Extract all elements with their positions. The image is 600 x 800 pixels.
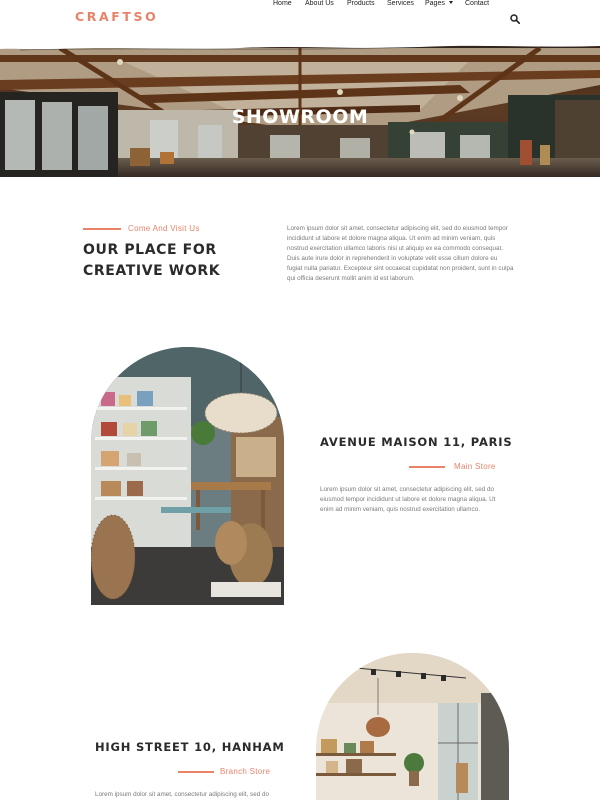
paragraph-line: Lorem ipsum dolor sit amet, consectetur … <box>320 486 494 493</box>
paragraph-line: Lorem ipsum dolor sit amet, consectetur … <box>287 225 508 232</box>
nav-item-services[interactable]: Services <box>387 0 414 7</box>
section-heading-line-1: OUR PLACE FOR <box>83 242 217 258</box>
chevron-down-icon <box>448 1 453 4</box>
hero-title: SHOWROOM <box>231 106 369 128</box>
nav-item-home[interactable]: Home <box>273 0 292 7</box>
section-heading: OUR PLACE FOR CREATIVE WORK <box>83 240 220 282</box>
section-heading-line-2: CREATIVE WORK <box>83 263 221 279</box>
eyebrow-line <box>83 228 121 230</box>
paragraph-line: Duis aute irure dolor in reprehenderit i… <box>287 255 498 262</box>
store-title-hanham: HIGH STREET 10, HANHAM <box>95 740 285 754</box>
paragraph-line: nostrud exercitation ullamco laboris nis… <box>287 245 503 252</box>
intro-paragraph: Lorem ipsum dolor sit amet, consectetur … <box>287 224 537 284</box>
nav-item-pages[interactable]: Pages <box>425 0 453 7</box>
store-paragraph-hanham: Lorem ipsum dolor sit amet, consectetur … <box>95 790 305 800</box>
paragraph-line: eiusmod tempor incididunt ut labore et d… <box>320 496 496 503</box>
paragraph-line: incididunt ut labore et dolore magna ali… <box>287 235 496 242</box>
nav-item-about-us[interactable]: About Us <box>305 0 334 7</box>
nav-item-pages-label: Pages <box>425 0 445 7</box>
store-label-paris: Main Store <box>454 462 496 471</box>
top-navigation: CRAFTSO Home About Us Products Services … <box>0 0 600 44</box>
hero-banner: SHOWROOM <box>0 40 600 177</box>
eyebrow-line <box>409 466 445 468</box>
store-photo-paris <box>91 347 284 605</box>
store-paragraph-paris: Lorem ipsum dolor sit amet, consectetur … <box>320 485 530 515</box>
paragraph-line: qui officia deserunt mollit anim id est … <box>287 275 415 282</box>
site-logo[interactable]: CRAFTSO <box>75 9 158 24</box>
eyebrow-line <box>178 771 214 773</box>
paragraph-line: enim ad minim veniam, quis nostrud exerc… <box>320 506 480 513</box>
section-eyebrow: Come And Visit Us <box>128 224 200 233</box>
nav-item-contact[interactable]: Contact <box>465 0 489 7</box>
search-icon[interactable] <box>510 14 520 24</box>
store-title-paris: AVENUE MAISON 11, PARIS <box>320 435 513 449</box>
paragraph-line: Lorem ipsum dolor sit amet, consectetur … <box>95 791 269 798</box>
store-label-hanham: Branch Store <box>220 767 271 776</box>
store-photo-hanham <box>316 653 509 800</box>
nav-item-products[interactable]: Products <box>347 0 375 7</box>
paragraph-line: fugiat nulla pariatur. Excepteur sint oc… <box>287 265 514 272</box>
